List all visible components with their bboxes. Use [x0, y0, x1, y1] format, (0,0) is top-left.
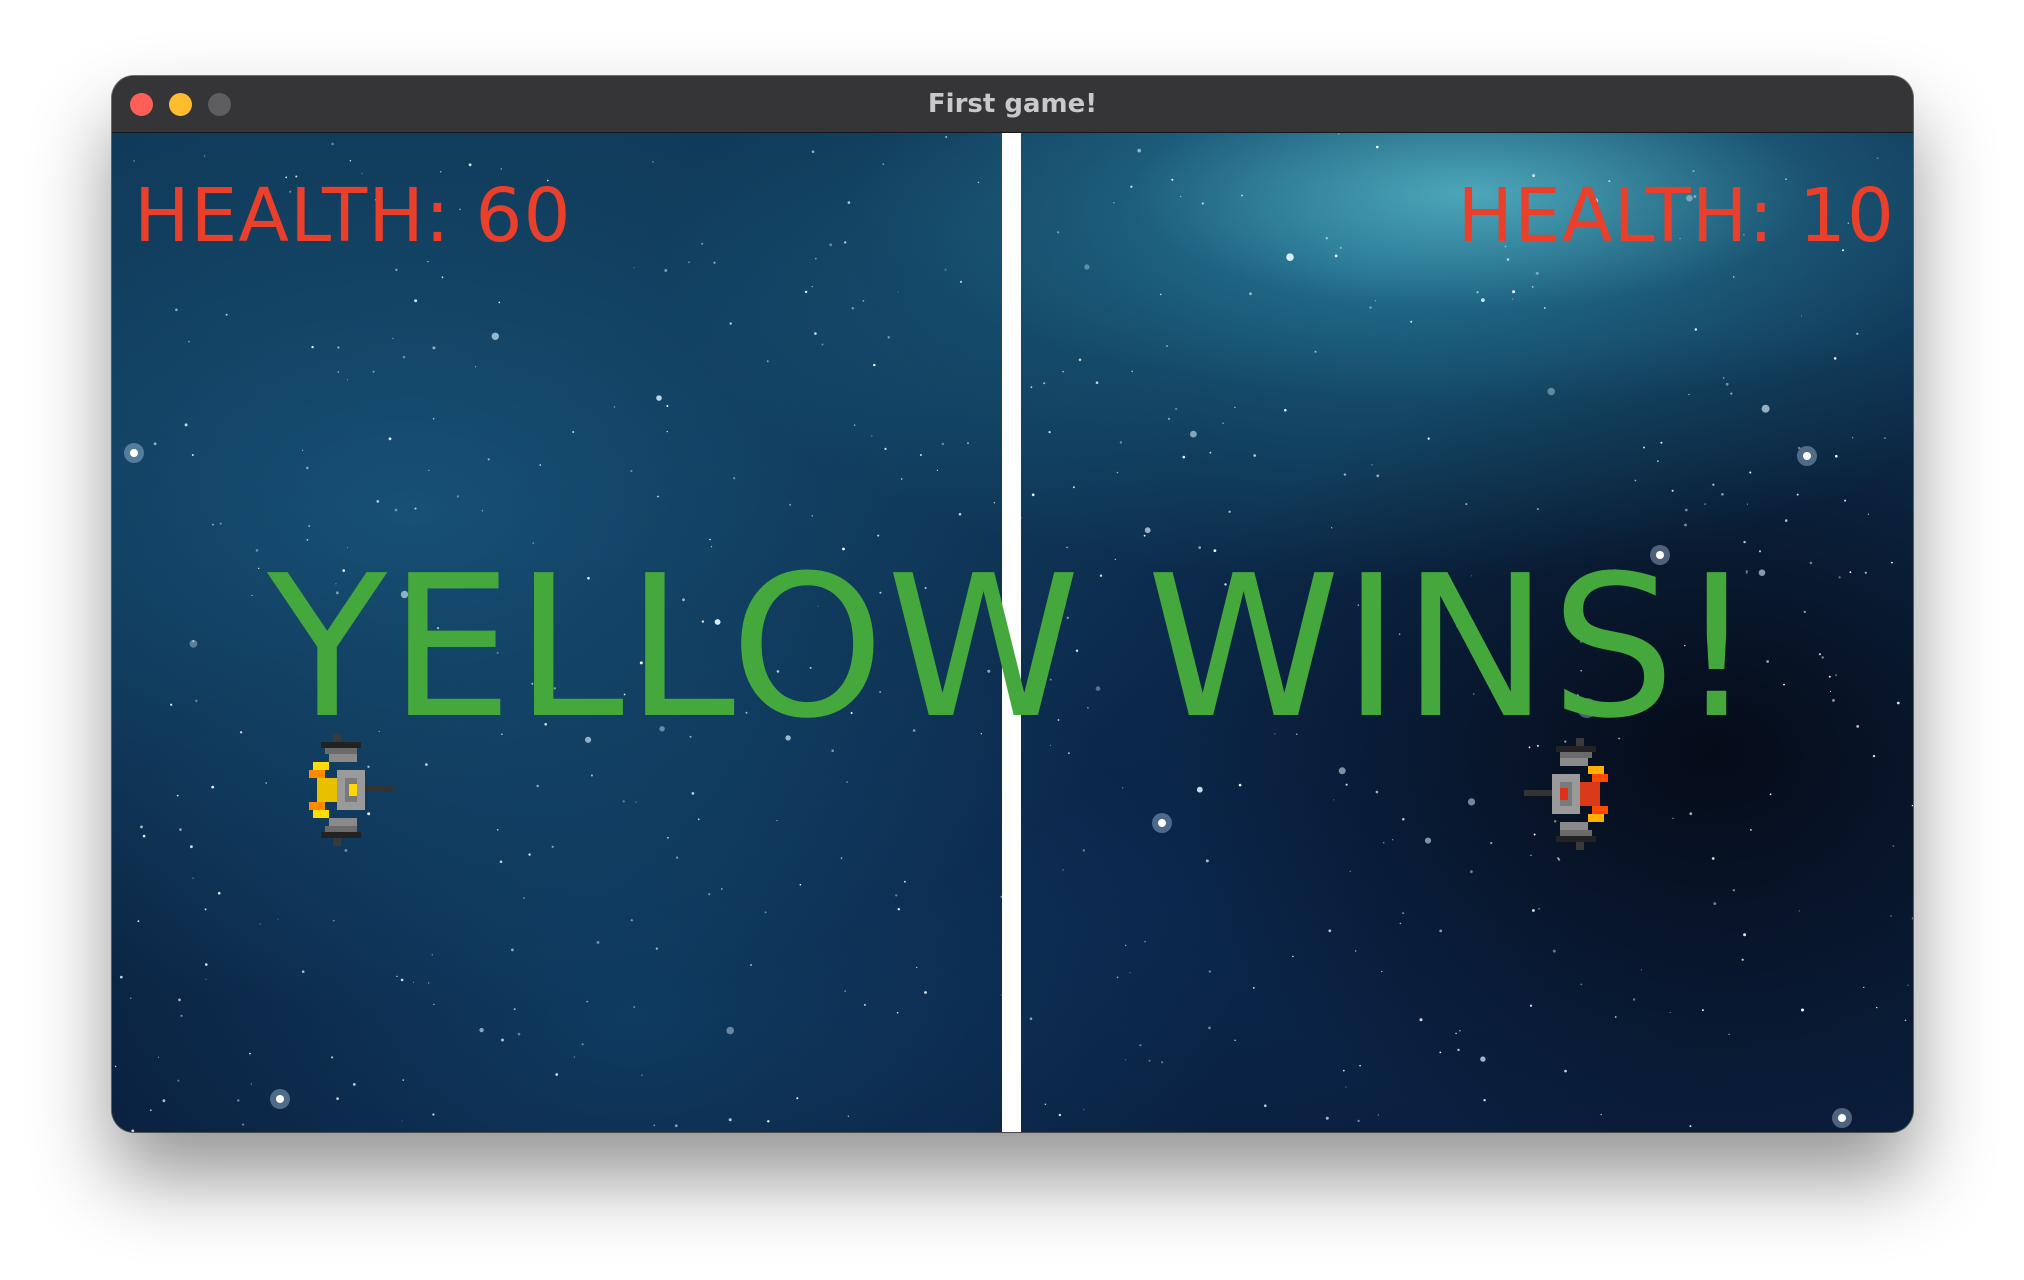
game-window: First game! HEALTH: 60 HEALTH: 10 YELLOW… [112, 76, 1913, 1132]
window-title: First game! [927, 89, 1098, 119]
title-bar[interactable]: First game! [112, 76, 1913, 133]
winner-message: YELLOW WINS! [267, 534, 1758, 762]
yellow-health-label: HEALTH: 60 [134, 173, 572, 259]
game-canvas[interactable]: HEALTH: 60 HEALTH: 10 YELLOW WINS! [112, 133, 1913, 1132]
red-health-label: HEALTH: 10 [1457, 173, 1895, 259]
